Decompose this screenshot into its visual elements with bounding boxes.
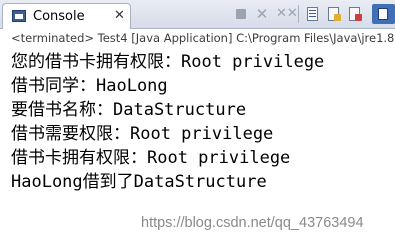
pin-console-icon[interactable] — [372, 4, 395, 24]
console-line: 借书需要权限：Root privilege — [11, 124, 274, 144]
console-line: 借书卡拥有权限：Root privilege — [11, 148, 291, 168]
tab-label: Console — [33, 9, 85, 24]
console-line: HaoLong借到了DataStructure — [11, 172, 267, 192]
watermark: https://blog.csdn.net/qq_43763494 — [141, 215, 364, 231]
remove-launch-icon[interactable]: ✕ — [254, 6, 270, 22]
scroll-lock-icon[interactable] — [305, 6, 321, 22]
toolbar-separator — [298, 5, 299, 23]
console-icon — [12, 10, 26, 22]
console-line: 您的借书卡拥有权限：Root privilege — [11, 52, 325, 72]
show-console-on-stdout-icon[interactable] — [326, 6, 342, 22]
remove-all-terminated-icon[interactable]: ✕✕ — [276, 6, 298, 22]
show-console-on-stderr-icon[interactable] — [347, 6, 363, 22]
process-info-bar: <terminated> Test4 [Java Application] C:… — [0, 29, 395, 48]
console-line: 借书同学：HaoLong — [11, 76, 168, 96]
tab-console[interactable]: Console ✕ — [2, 3, 131, 29]
process-info-text: <terminated> Test4 [Java Application] C:… — [11, 31, 395, 45]
console-line: 要借书名称：DataStructure — [11, 100, 247, 120]
console-view: Console ✕ ✕ ✕✕ <terminated> Test4 [Java … — [0, 0, 395, 246]
terminate-icon[interactable] — [233, 6, 249, 22]
close-icon[interactable]: ✕ — [114, 8, 125, 23]
view-tab-bar: Console ✕ ✕ ✕✕ — [0, 0, 395, 29]
